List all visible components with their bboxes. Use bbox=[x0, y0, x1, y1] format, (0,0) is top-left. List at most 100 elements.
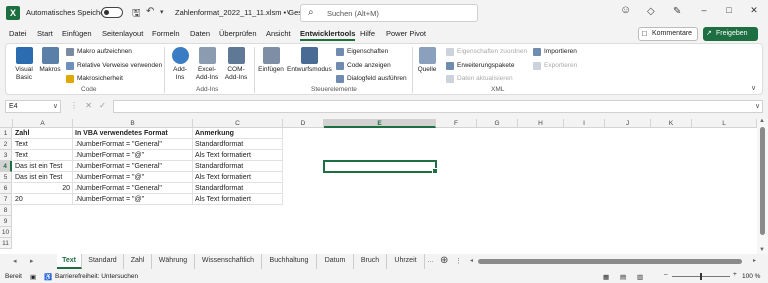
zoom-in-button[interactable]: + bbox=[733, 271, 737, 278]
cell-c5[interactable]: Als Text formatiert bbox=[193, 172, 283, 183]
chevron-down-icon[interactable]: ∨ bbox=[286, 8, 291, 16]
tab-datei[interactable]: Datei bbox=[9, 29, 27, 38]
cell-b4[interactable]: .NumberFormat = "General" bbox=[73, 161, 193, 172]
cell-c6[interactable]: Standardformat bbox=[193, 183, 283, 194]
view-code-button[interactable]: Code anzeigen bbox=[336, 62, 391, 70]
name-box[interactable]: E4 ∨ bbox=[5, 100, 61, 113]
row-header-selected[interactable]: 4 bbox=[0, 161, 12, 172]
import-button[interactable]: Importieren bbox=[533, 48, 577, 56]
tab-overflow-icon[interactable]: … bbox=[427, 257, 434, 264]
column-header[interactable]: J bbox=[605, 119, 651, 128]
search-input[interactable]: Suchen (Alt+M) bbox=[327, 9, 379, 18]
visual-basic-button[interactable]: Visual Basic bbox=[11, 47, 37, 82]
cell-c7[interactable]: Als Text formatiert bbox=[193, 194, 283, 205]
scroll-right-icon[interactable]: ▸ bbox=[753, 257, 756, 264]
tab-ansicht[interactable]: Ansicht bbox=[266, 29, 291, 38]
cell-b5[interactable]: .NumberFormat = "@" bbox=[73, 172, 193, 183]
macro-security-button[interactable]: Makrosicherheit bbox=[66, 75, 123, 83]
design-mode-button[interactable]: Entwurfsmodus bbox=[287, 47, 332, 74]
expansion-packs-button[interactable]: Erweiterungspakete bbox=[446, 62, 514, 70]
cell-c1[interactable]: Anmerkung bbox=[193, 128, 283, 139]
diamond-icon[interactable]: ◇ bbox=[647, 6, 655, 17]
row-header[interactable]: 1 bbox=[0, 128, 12, 139]
tab-entwicklertools[interactable]: Entwicklertools bbox=[300, 29, 356, 41]
tab-einfuegen[interactable]: Einfügen bbox=[62, 29, 92, 38]
sheet-tab-bruch[interactable]: Bruch bbox=[354, 254, 387, 269]
column-header[interactable]: L bbox=[692, 119, 757, 128]
macros-button[interactable]: Makros bbox=[38, 47, 62, 74]
cell-b3[interactable]: .NumberFormat = "@" bbox=[73, 150, 193, 161]
row-header[interactable]: 2 bbox=[0, 139, 12, 150]
expand-formula-icon[interactable]: ∨ bbox=[755, 102, 760, 110]
page-layout-view-icon[interactable]: ▤ bbox=[620, 273, 626, 281]
column-header[interactable]: F bbox=[436, 119, 477, 128]
tab-ueberpruefen[interactable]: Überprüfen bbox=[219, 29, 257, 38]
vertical-scrollbar[interactable]: ▲ ▼ bbox=[757, 119, 768, 254]
row-header[interactable]: 9 bbox=[0, 216, 12, 227]
refresh-data-button[interactable]: Daten aktualisieren bbox=[446, 75, 513, 83]
column-header-selected[interactable]: E bbox=[324, 119, 436, 128]
cell-a1[interactable]: Zahl bbox=[13, 128, 73, 139]
normal-view-icon[interactable]: ▦ bbox=[603, 273, 609, 281]
tab-scroll-left-icon[interactable]: ◂ bbox=[13, 257, 17, 265]
column-header[interactable]: B bbox=[73, 119, 193, 128]
tab-start[interactable]: Start bbox=[37, 29, 53, 38]
cell-b7[interactable]: .NumberFormat = "@" bbox=[73, 194, 193, 205]
save-icon[interactable]: 🖫 bbox=[132, 6, 141, 23]
cell-a7[interactable]: 20 bbox=[13, 194, 73, 205]
cell-c2[interactable]: Standardformat bbox=[193, 139, 283, 150]
properties-button[interactable]: Eigenschaften bbox=[336, 48, 388, 56]
cancel-icon[interactable]: ✕ bbox=[85, 101, 92, 110]
column-header[interactable]: C bbox=[193, 119, 283, 128]
row-header[interactable]: 3 bbox=[0, 150, 12, 161]
maximize-button[interactable]: □ bbox=[722, 5, 736, 15]
sheet-tab-uhrzeit[interactable]: Uhrzeit bbox=[387, 254, 425, 269]
map-properties-button[interactable]: Eigenschaften zuordnen bbox=[446, 48, 527, 56]
avatar[interactable]: ☺ bbox=[620, 4, 631, 16]
chevron-down-icon[interactable]: ∨ bbox=[53, 101, 58, 112]
comments-button[interactable]: Kommentare bbox=[638, 27, 698, 41]
column-header[interactable]: D bbox=[283, 119, 324, 128]
cell-c4[interactable]: Standardformat bbox=[193, 161, 283, 172]
scrollbar-thumb[interactable] bbox=[478, 259, 742, 264]
horizontal-scrollbar[interactable]: ◂ ▸ bbox=[470, 257, 756, 264]
cell-a2[interactable]: Text bbox=[13, 139, 73, 150]
cell-b1[interactable]: In VBA verwendetes Format bbox=[73, 128, 193, 139]
column-header[interactable]: K bbox=[651, 119, 692, 128]
zoom-slider[interactable] bbox=[672, 273, 730, 280]
more-icon[interactable]: ⋮ bbox=[455, 257, 462, 265]
tab-hilfe[interactable]: Hilfe bbox=[360, 29, 375, 38]
zoom-out-button[interactable]: – bbox=[664, 271, 668, 278]
cell-a3[interactable]: Text bbox=[13, 150, 73, 161]
cell-a4[interactable]: Das ist ein Test bbox=[13, 161, 73, 172]
formula-input[interactable] bbox=[113, 100, 763, 113]
tab-power-pivot[interactable]: Power Pivot bbox=[386, 29, 426, 38]
scrollbar-thumb[interactable] bbox=[760, 127, 765, 235]
tab-scroll-right-icon[interactable]: ▸ bbox=[30, 257, 34, 265]
cell-a5[interactable]: Das ist ein Test bbox=[13, 172, 73, 183]
collapse-ribbon-icon[interactable]: ∨ bbox=[751, 84, 756, 92]
cell-b6[interactable]: .NumberFormat = "General" bbox=[73, 183, 193, 194]
worksheet-grid[interactable]: A B C D E F G H I J K L 1 2 3 4 5 6 7 8 … bbox=[0, 119, 768, 254]
page-break-view-icon[interactable]: ▥ bbox=[637, 273, 643, 281]
cell-c3[interactable]: Als Text formatiert bbox=[193, 150, 283, 161]
select-all-corner[interactable] bbox=[0, 119, 13, 128]
macro-record-icon[interactable]: ▣ bbox=[30, 273, 36, 281]
row-header[interactable]: 7 bbox=[0, 194, 12, 205]
insert-control-button[interactable]: Einfügen bbox=[256, 47, 286, 74]
run-dialog-button[interactable]: Dialogfeld ausführen bbox=[336, 75, 407, 83]
column-header[interactable]: I bbox=[564, 119, 605, 128]
tab-formeln[interactable]: Formeln bbox=[152, 29, 180, 38]
record-macro-button[interactable]: Makro aufzeichnen bbox=[66, 48, 132, 56]
row-header[interactable]: 6 bbox=[0, 183, 12, 194]
sheet-tab-buchhaltung[interactable]: Buchhaltung bbox=[262, 254, 317, 269]
column-header[interactable]: A bbox=[13, 119, 73, 128]
scroll-down-icon[interactable]: ▼ bbox=[759, 247, 765, 253]
pen-icon[interactable]: ✎ bbox=[673, 6, 681, 17]
cell-a6[interactable]: 20 bbox=[13, 183, 73, 194]
cell-b2[interactable]: .NumberFormat = "General" bbox=[73, 139, 193, 150]
customize-toolbar-icon[interactable]: ▾ bbox=[160, 8, 164, 16]
relative-references-button[interactable]: Relative Verweise verwenden bbox=[66, 62, 162, 70]
row-header[interactable]: 11 bbox=[0, 238, 12, 249]
column-header[interactable]: H bbox=[518, 119, 564, 128]
